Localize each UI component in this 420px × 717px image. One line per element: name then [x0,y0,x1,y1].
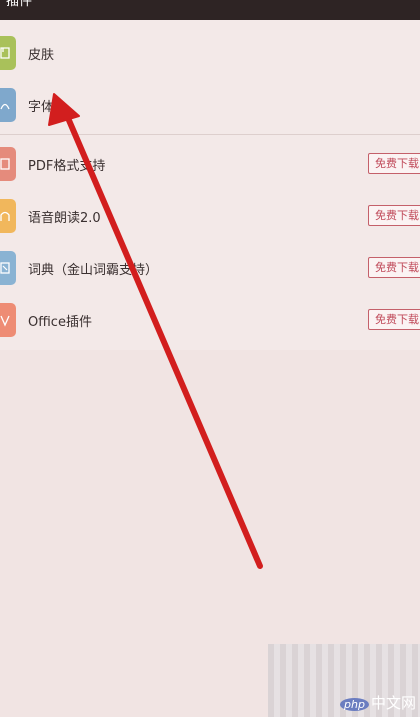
dictionary-icon [0,251,16,285]
speaker-icon [0,199,16,233]
list-item-font[interactable]: 字体 [0,88,420,128]
list-item-label: 语音朗读2.0 [28,211,101,226]
page-title: 插件 [6,0,33,9]
page-header: 插件 [0,0,420,20]
list-item-label: 词典（金山词霸支持） [28,263,159,278]
list-item-label: 皮肤 [28,48,55,63]
plugin-section: PDF格式支持 免费下载 语音朗读2.0 免费下载 词典（金山词霸支持） 免费下… [0,135,420,350]
watermark-logo: php 中文网 [340,692,416,713]
list-item-speech[interactable]: 语音朗读2.0 免费下载 [0,199,420,239]
list-item-dictionary[interactable]: 词典（金山词霸支持） 免费下载 [0,251,420,291]
list-item-label: Office插件 [28,315,92,330]
list-item-label: 字体 [28,100,55,115]
list-item-pdf[interactable]: PDF格式支持 免费下载 [0,147,420,187]
free-download-button[interactable]: 免费下载 [368,257,420,278]
free-download-button[interactable]: 免费下载 [368,153,420,174]
free-download-button[interactable]: 免费下载 [368,309,420,330]
font-icon [0,88,16,122]
pdf-icon [0,147,16,181]
list-item-office[interactable]: Office插件 免费下载 [0,303,420,343]
watermark-text: 中文网 [370,694,416,712]
free-download-button[interactable]: 免费下载 [368,205,420,226]
skin-icon [0,36,16,70]
list-item-skin[interactable]: 皮肤 [0,36,420,76]
watermark-php: php [340,698,369,711]
office-icon [0,303,16,337]
list-item-label: PDF格式支持 [28,159,106,174]
installed-section: 皮肤 字体 [0,20,420,134]
